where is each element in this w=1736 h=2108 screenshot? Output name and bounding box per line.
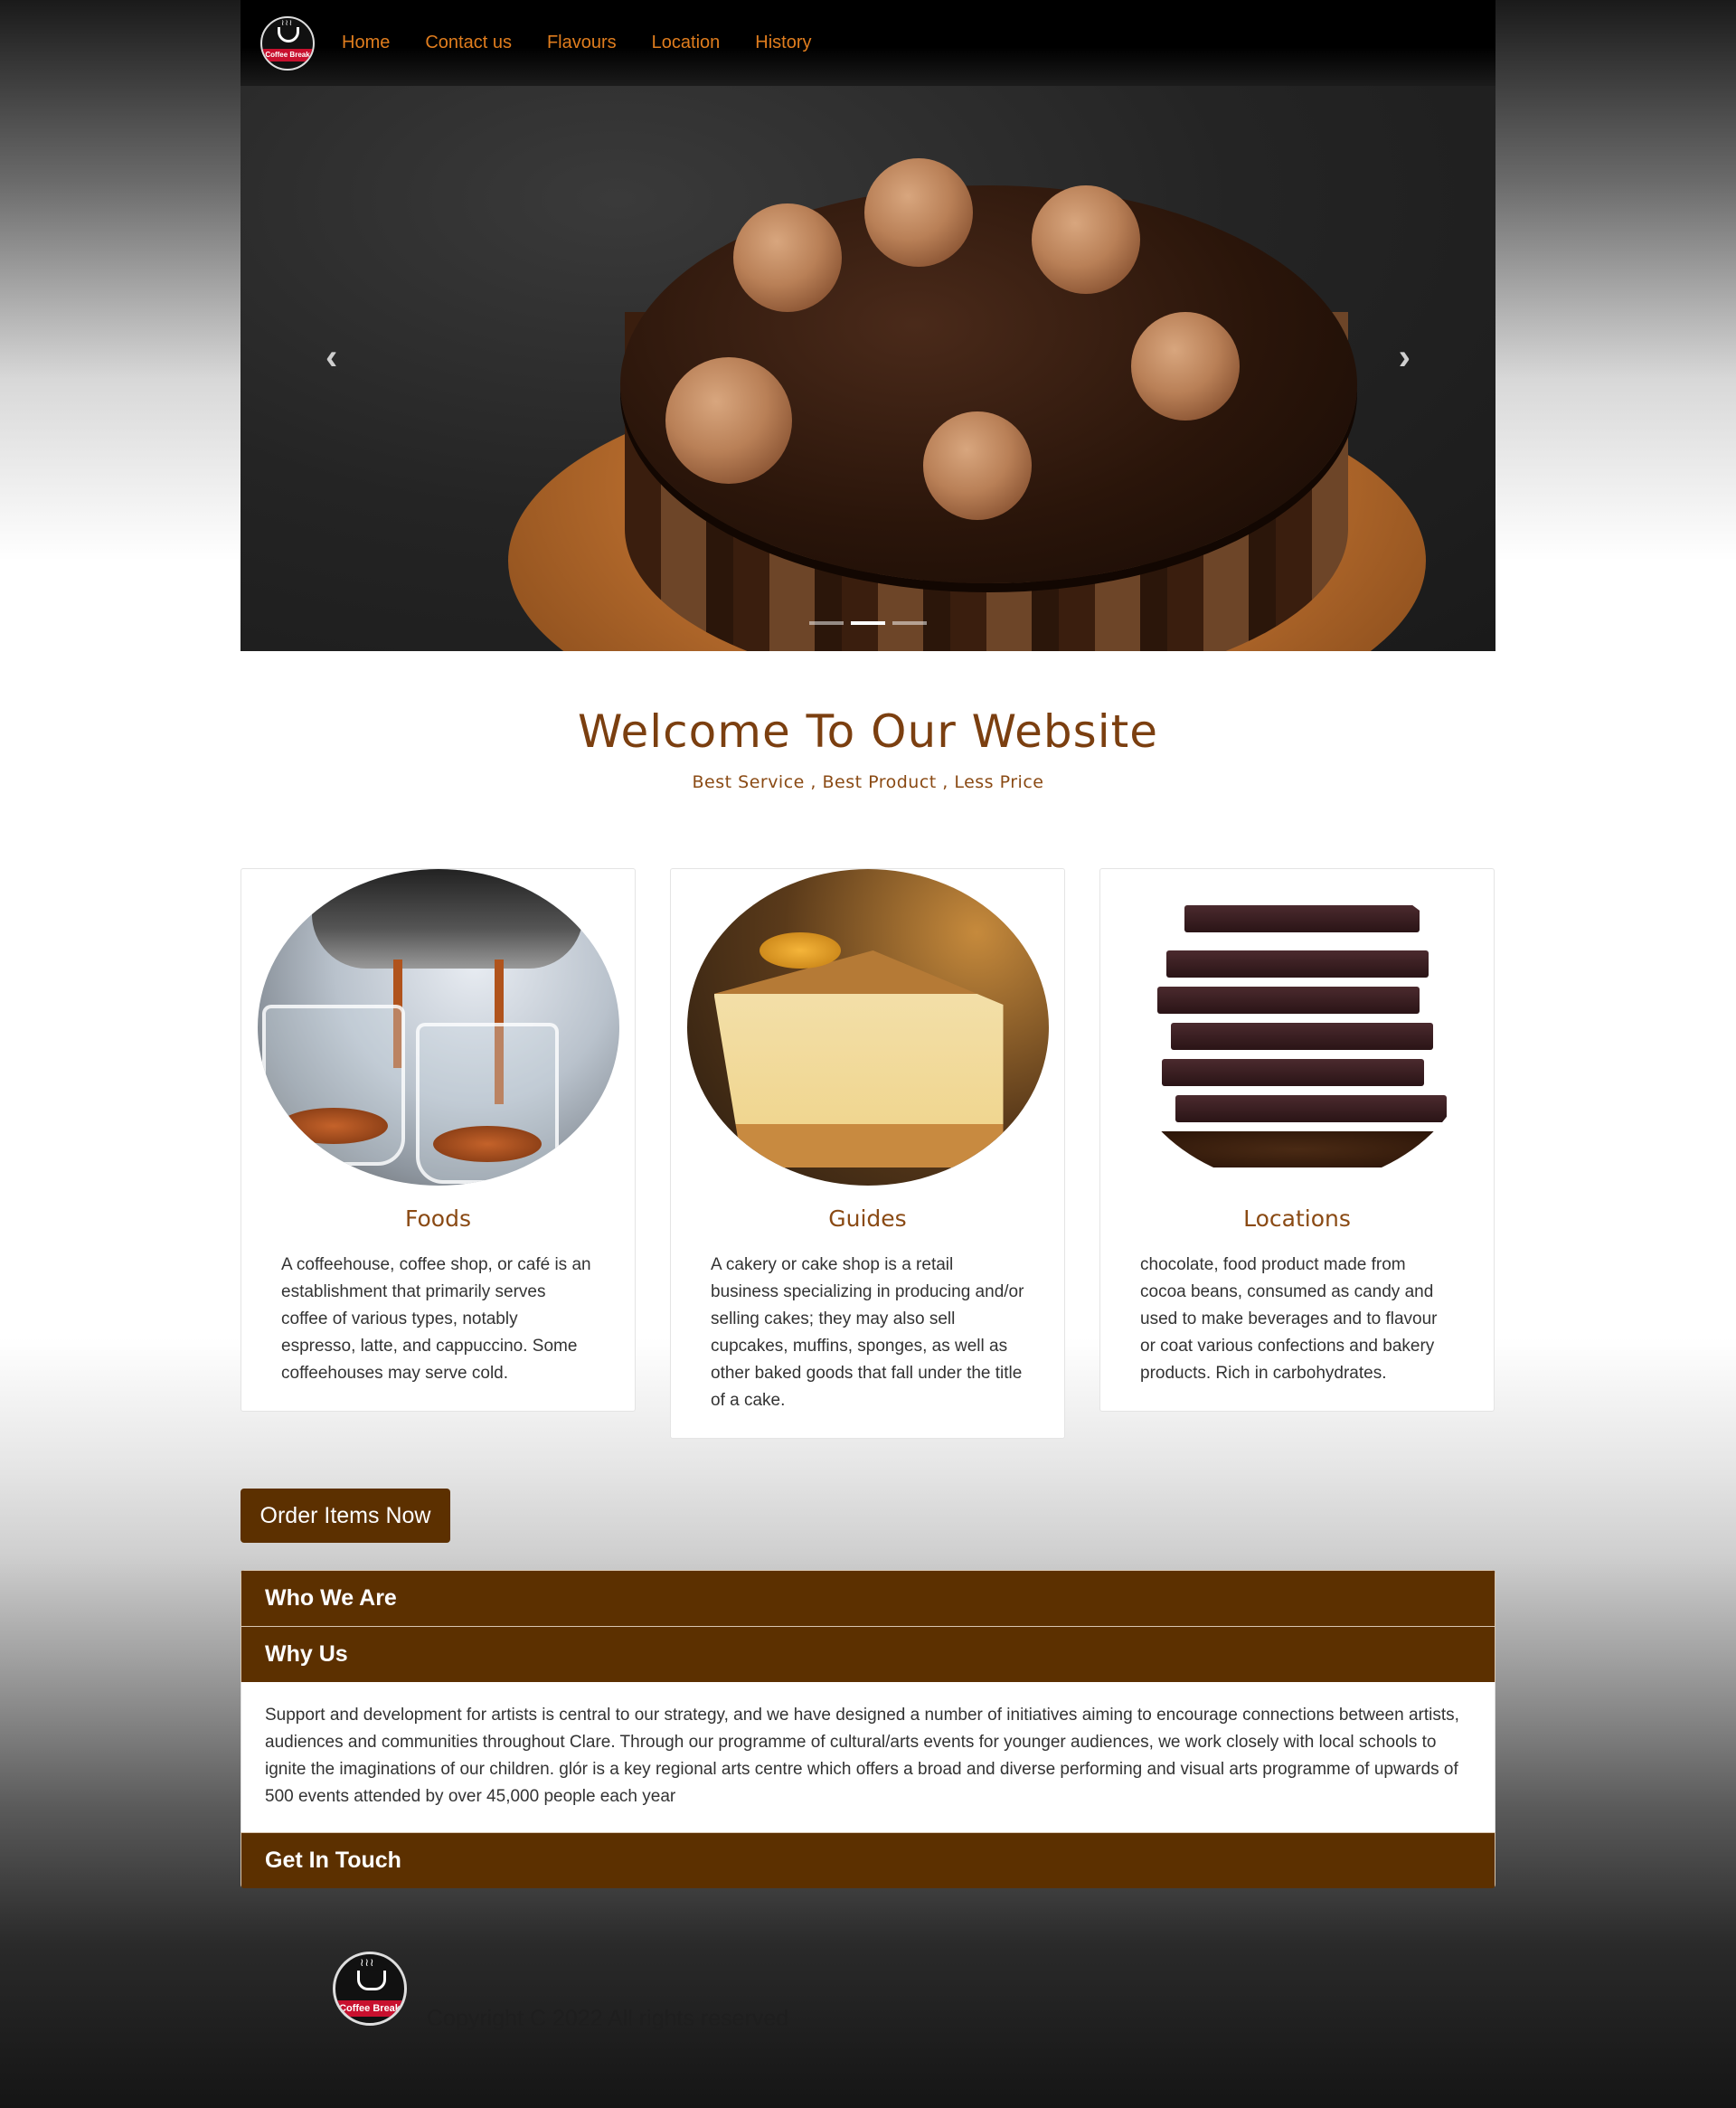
nav-location[interactable]: Location [652,33,721,53]
card-text: chocolate, food product made from cocoa … [1140,1255,1438,1383]
nav-home[interactable]: Home [342,33,390,53]
carousel-indicator-active[interactable] [851,621,885,625]
card-text: A coffeehouse, coffee shop, or café is a… [281,1255,591,1383]
accordion-header-get-in-touch[interactable]: Get In Touch [241,1832,1495,1888]
carousel-indicator[interactable] [809,621,844,625]
card-text: A cakery or cake shop is a retail busine… [711,1255,1024,1410]
carousel-next-icon[interactable]: › [1399,337,1410,378]
cheesecake-image [686,869,1049,1186]
coffee-break-logo[interactable]: ≀≀≀ Coffee Break [260,15,315,71]
nav-links: Home Contact us Flavours Location Histor… [342,33,847,53]
hero-carousel: ‹ › [241,86,1495,651]
card-foods: Foods A coffeehouse, coffee shop, or caf… [241,868,636,1412]
card-guides: Guides A cakery or cake shop is a retail… [670,868,1065,1439]
chocolate-bars-image [1116,869,1478,1186]
nav-history[interactable]: History [755,33,811,53]
card-locations: Locations chocolate, food product made f… [1099,868,1495,1412]
accordion-body-why-us: Support and development for artists is c… [241,1682,1495,1832]
order-items-button[interactable]: Order Items Now [241,1489,450,1543]
copyright-text: Copyright C 2022 All rights reserved [427,2006,789,2031]
espresso-image [257,869,619,1186]
navbar: ≀≀≀ Coffee Break Home Contact us Flavour… [241,0,1495,86]
carousel-prev-icon[interactable]: ‹ [326,337,337,378]
carousel-indicator[interactable] [892,621,927,625]
welcome-subtitle: Best Service , Best Product , Less Price [692,772,1044,792]
accordion: Who We Are Why Us Support and developmen… [241,1570,1495,1888]
accordion-header-why-us[interactable]: Why Us [241,1626,1495,1682]
coffee-break-logo: ≀≀≀ Coffee Break [333,1952,407,2026]
nav-contact-us[interactable]: Contact us [425,33,512,53]
card-title: Locations [1243,1205,1351,1232]
carousel-indicators [809,621,927,625]
nav-flavours[interactable]: Flavours [547,33,617,53]
footer-logo[interactable]: ≀≀≀ Coffee Break [333,1952,407,2026]
welcome-title: Welcome To Our Website [578,705,1158,758]
card-title: Foods [405,1205,471,1232]
welcome-section: Welcome To Our Website Best Service , Be… [241,705,1495,792]
accordion-header-who-we-are[interactable]: Who We Are [241,1570,1495,1626]
card-title: Guides [828,1205,907,1232]
